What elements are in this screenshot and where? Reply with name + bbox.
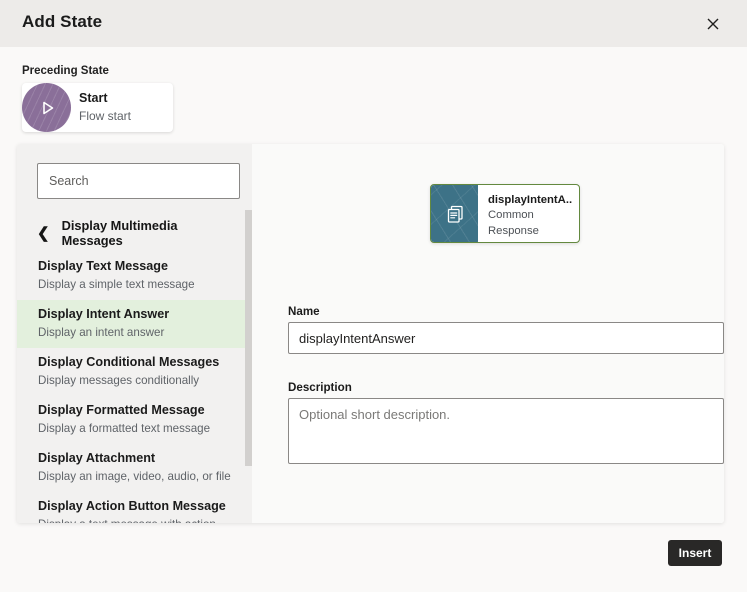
state-list: Display Text Message Display a simple te… [17, 252, 252, 523]
state-preview-title: displayIntentA... [488, 193, 572, 207]
insert-button[interactable]: Insert [668, 540, 722, 566]
state-detail-pane: displayIntentA... Common Response Name D… [252, 144, 724, 523]
list-scrollbar-thumb[interactable] [245, 210, 252, 466]
state-preview-card[interactable]: displayIntentA... Common Response [430, 184, 580, 243]
list-item[interactable]: Display Action Button Message Display a … [17, 492, 252, 523]
description-input[interactable] [288, 398, 724, 464]
close-icon[interactable] [702, 13, 724, 35]
list-item-subtitle: Display a formatted text message [38, 421, 234, 436]
list-item[interactable]: Display Attachment Display an image, vid… [17, 444, 252, 492]
state-picker-panel: ❮ Display Multimedia Messages Display Te… [17, 144, 724, 523]
search-input[interactable] [37, 163, 240, 199]
list-item[interactable]: Display Conditional Messages Display mes… [17, 348, 252, 396]
chevron-left-icon[interactable]: ❮ [37, 226, 50, 241]
list-item-title: Display Conditional Messages [38, 354, 234, 371]
list-item-subtitle: Display messages conditionally [38, 373, 234, 388]
state-preview-subtitle-line1: Common [488, 208, 572, 222]
name-input[interactable] [288, 322, 724, 354]
list-item-subtitle: Display a simple text message [38, 277, 234, 292]
dialog-header: Add State [0, 0, 747, 47]
group-header-title: Display Multimedia Messages [62, 218, 242, 248]
preceding-state-node[interactable]: Start Flow start [22, 83, 173, 132]
list-item[interactable]: Display Text Message Display a simple te… [17, 252, 252, 300]
list-item-subtitle: Display an intent answer [38, 325, 234, 340]
preceding-state-label: Preceding State [22, 65, 109, 77]
page-title: Add State [22, 12, 102, 32]
description-field-label: Description [288, 381, 352, 394]
preceding-state-name: Start [79, 91, 131, 107]
list-item-title: Display Formatted Message [38, 402, 234, 419]
list-scrollbar[interactable] [245, 210, 252, 523]
list-item-title: Display Attachment [38, 450, 234, 467]
play-icon [22, 83, 71, 132]
list-item[interactable]: Display Formatted Message Display a form… [17, 396, 252, 444]
list-item[interactable]: Display Intent Answer Display an intent … [17, 300, 252, 348]
preceding-state-subtitle: Flow start [79, 109, 131, 124]
state-preview-subtitle-line2: Response [488, 224, 572, 238]
list-item-subtitle: Display a text message with action but- [38, 517, 234, 523]
document-stack-icon [431, 185, 478, 242]
group-header-back[interactable]: ❮ Display Multimedia Messages [37, 220, 242, 246]
state-list-pane: ❮ Display Multimedia Messages Display Te… [17, 144, 252, 523]
list-item-title: Display Text Message [38, 258, 234, 275]
list-item-title: Display Intent Answer [38, 306, 234, 323]
name-field-label: Name [288, 305, 320, 318]
list-item-title: Display Action Button Message [38, 498, 234, 515]
list-item-subtitle: Display an image, video, audio, or file [38, 469, 234, 484]
